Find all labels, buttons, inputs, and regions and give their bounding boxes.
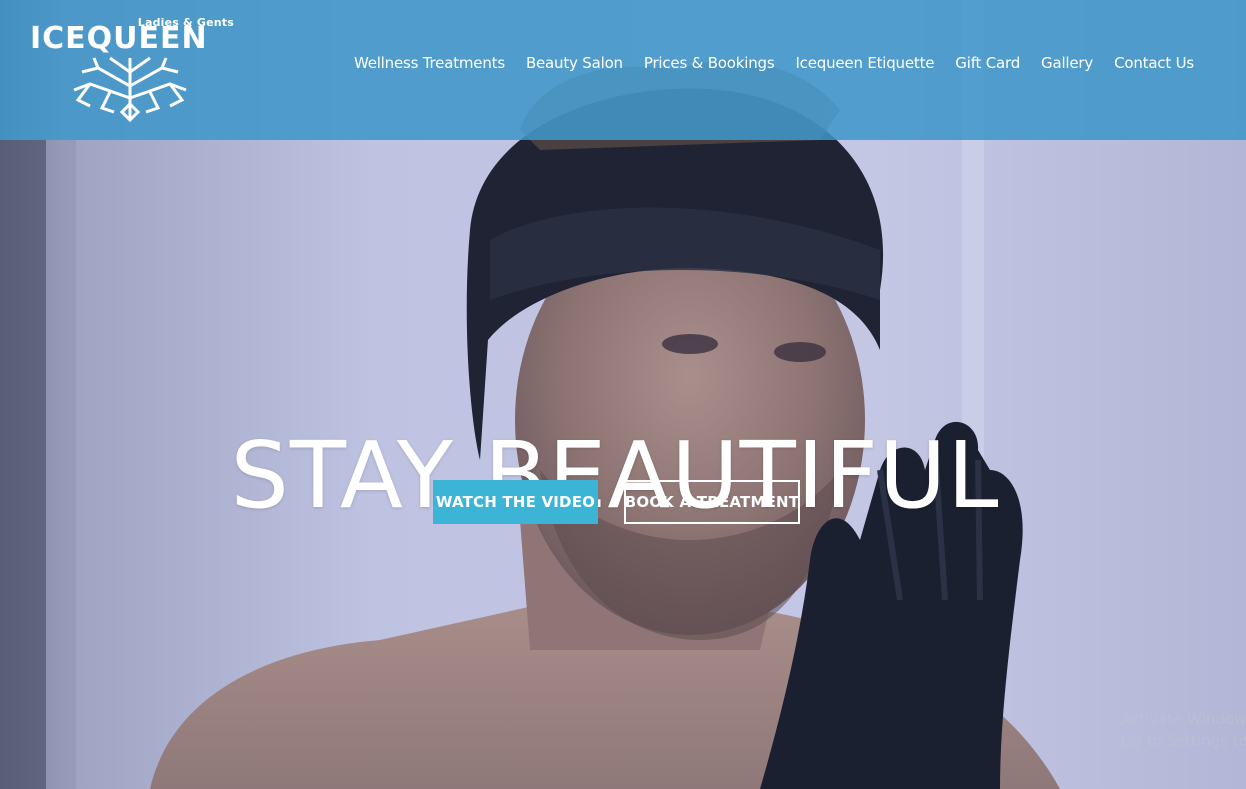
nav-item-prices-bookings[interactable]: Prices & Bookings <box>644 54 775 72</box>
main-nav: Wellness Treatments Beauty Salon Prices … <box>354 54 1194 72</box>
snowflake-icon <box>73 56 187 123</box>
site-header: Ladies & Gents ICEQUEEN Wellness Treatme… <box>0 0 1246 140</box>
nav-item-gift-card[interactable]: Gift Card <box>955 54 1020 72</box>
nav-item-beauty-salon[interactable]: Beauty Salon <box>526 54 623 72</box>
watermark-line-2: Go to Settings to <box>1121 732 1246 750</box>
watermark-line-1: Activate Windows <box>1121 710 1246 728</box>
brand-wordmark: ICEQUEEN <box>30 21 208 56</box>
nav-item-gallery[interactable]: Gallery <box>1041 54 1093 72</box>
activate-windows-watermark: Activate Windows Go to Settings to <box>1121 708 1246 752</box>
page: Ladies & Gents ICEQUEEN Wellness Treatme… <box>0 0 1246 789</box>
brand-logo[interactable]: Ladies & Gents ICEQUEEN <box>30 14 236 126</box>
watch-video-button[interactable]: WATCH THE VIDEO <box>433 480 598 524</box>
nav-item-icequeen-etiquette[interactable]: Icequeen Etiquette <box>795 54 934 72</box>
book-treatment-button[interactable]: BOOK A TREATMENT <box>624 480 800 524</box>
nav-item-wellness-treatments[interactable]: Wellness Treatments <box>354 54 505 72</box>
hero-cta-group: WATCH THE VIDEO BOOK A TREATMENT <box>433 480 800 524</box>
nav-item-contact-us[interactable]: Contact Us <box>1114 54 1194 72</box>
